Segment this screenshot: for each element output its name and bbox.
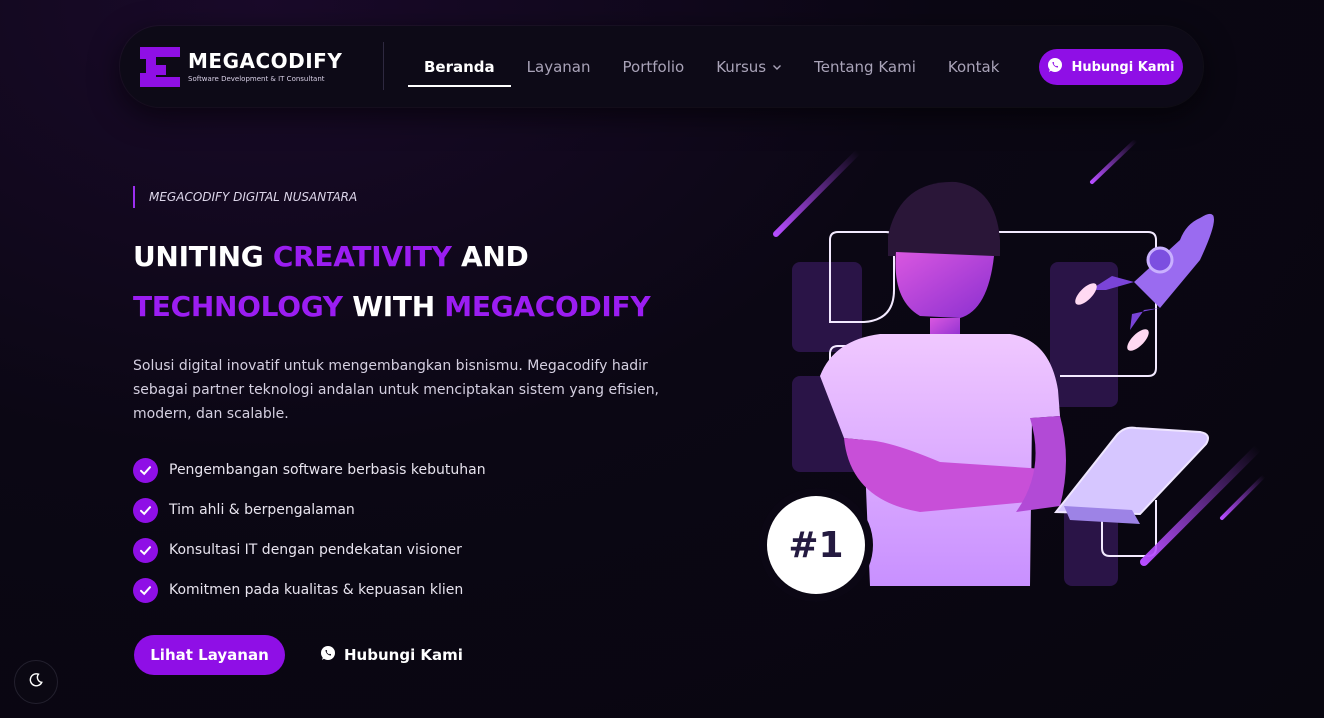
chevron-down-icon	[772, 58, 782, 76]
check-icon	[133, 457, 158, 483]
hero-headline: UNITING CREATIVITY AND TECHNOLOGY WITH M…	[133, 232, 651, 332]
nav-link-label: Tentang Kami	[814, 57, 916, 76]
nav-link-layanan[interactable]: Layanan	[527, 26, 591, 107]
brand-logo-icon	[140, 45, 182, 87]
feature-list: Pengembangan software berbasis kebutuhan…	[133, 450, 486, 610]
nav-link-portfolio[interactable]: Portfolio	[623, 26, 685, 107]
nav-link-label: Kursus	[716, 57, 767, 76]
feature-text: Komitmen pada kualitas & kepuasan klien	[169, 582, 464, 598]
feature-item: Pengembangan software berbasis kebutuhan	[133, 450, 486, 490]
feature-text: Pengembangan software berbasis kebutuhan	[169, 462, 486, 478]
whatsapp-icon	[320, 645, 336, 665]
feature-text: Tim ahli & berpengalaman	[169, 502, 355, 518]
headline-word-highlight: CREATIVITY	[272, 240, 452, 273]
rank-badge: #1	[767, 496, 865, 594]
check-icon	[133, 497, 158, 523]
brand-name: MEGACODIFY	[188, 48, 343, 73]
nav-links: Beranda Layanan Portfolio Kursus Tentang…	[408, 26, 1031, 107]
feature-item: Tim ahli & berpengalaman	[133, 490, 486, 530]
feature-item: Komitmen pada kualitas & kepuasan klien	[133, 570, 486, 610]
hero-kicker: MEGACODIFY DIGITAL NUSANTARA	[133, 186, 357, 208]
headline-word-highlight: TECHNOLOGY	[133, 290, 343, 323]
nav-link-label: Beranda	[424, 57, 495, 76]
nav-link-tentang-kami[interactable]: Tentang Kami	[814, 26, 916, 107]
nav-link-label: Portfolio	[622, 57, 685, 76]
check-icon	[133, 537, 158, 563]
view-services-button[interactable]: Lihat Layanan	[134, 635, 285, 675]
check-icon	[133, 577, 158, 603]
feature-item: Konsultasi IT dengan pendekatan visioner	[133, 530, 486, 570]
moon-icon	[28, 672, 44, 692]
headline-word: WITH	[352, 290, 435, 323]
brand-tagline: Software Development & IT Consultant	[188, 74, 325, 83]
feature-text: Konsultasi IT dengan pendekatan visioner	[169, 542, 462, 558]
navbar: MEGACODIFY Software Development & IT Con…	[120, 26, 1203, 107]
contact-us-label: Hubungi Kami	[344, 646, 463, 664]
nav-divider	[383, 42, 384, 90]
nav-link-kursus[interactable]: Kursus	[716, 26, 782, 107]
contact-us-button[interactable]: Hubungi Kami	[320, 635, 463, 675]
theme-toggle-button[interactable]	[14, 660, 58, 704]
nav-contact-button[interactable]: Hubungi Kami	[1039, 49, 1183, 85]
whatsapp-icon	[1047, 57, 1063, 77]
headline-word: UNITING	[133, 240, 264, 273]
nav-link-kontak[interactable]: Kontak	[948, 26, 1000, 107]
hero-description: Solusi digital inovatif untuk mengembang…	[133, 358, 660, 422]
nav-link-beranda[interactable]: Beranda	[408, 26, 511, 107]
headline-word-highlight: MEGACODIFY	[444, 290, 651, 323]
nav-link-label: Kontak	[947, 57, 1000, 76]
brand[interactable]: MEGACODIFY Software Development & IT Con…	[140, 45, 342, 87]
headline-word: AND	[461, 240, 529, 273]
nav-contact-label: Hubungi Kami	[1071, 59, 1175, 75]
nav-link-label: Layanan	[526, 57, 591, 76]
